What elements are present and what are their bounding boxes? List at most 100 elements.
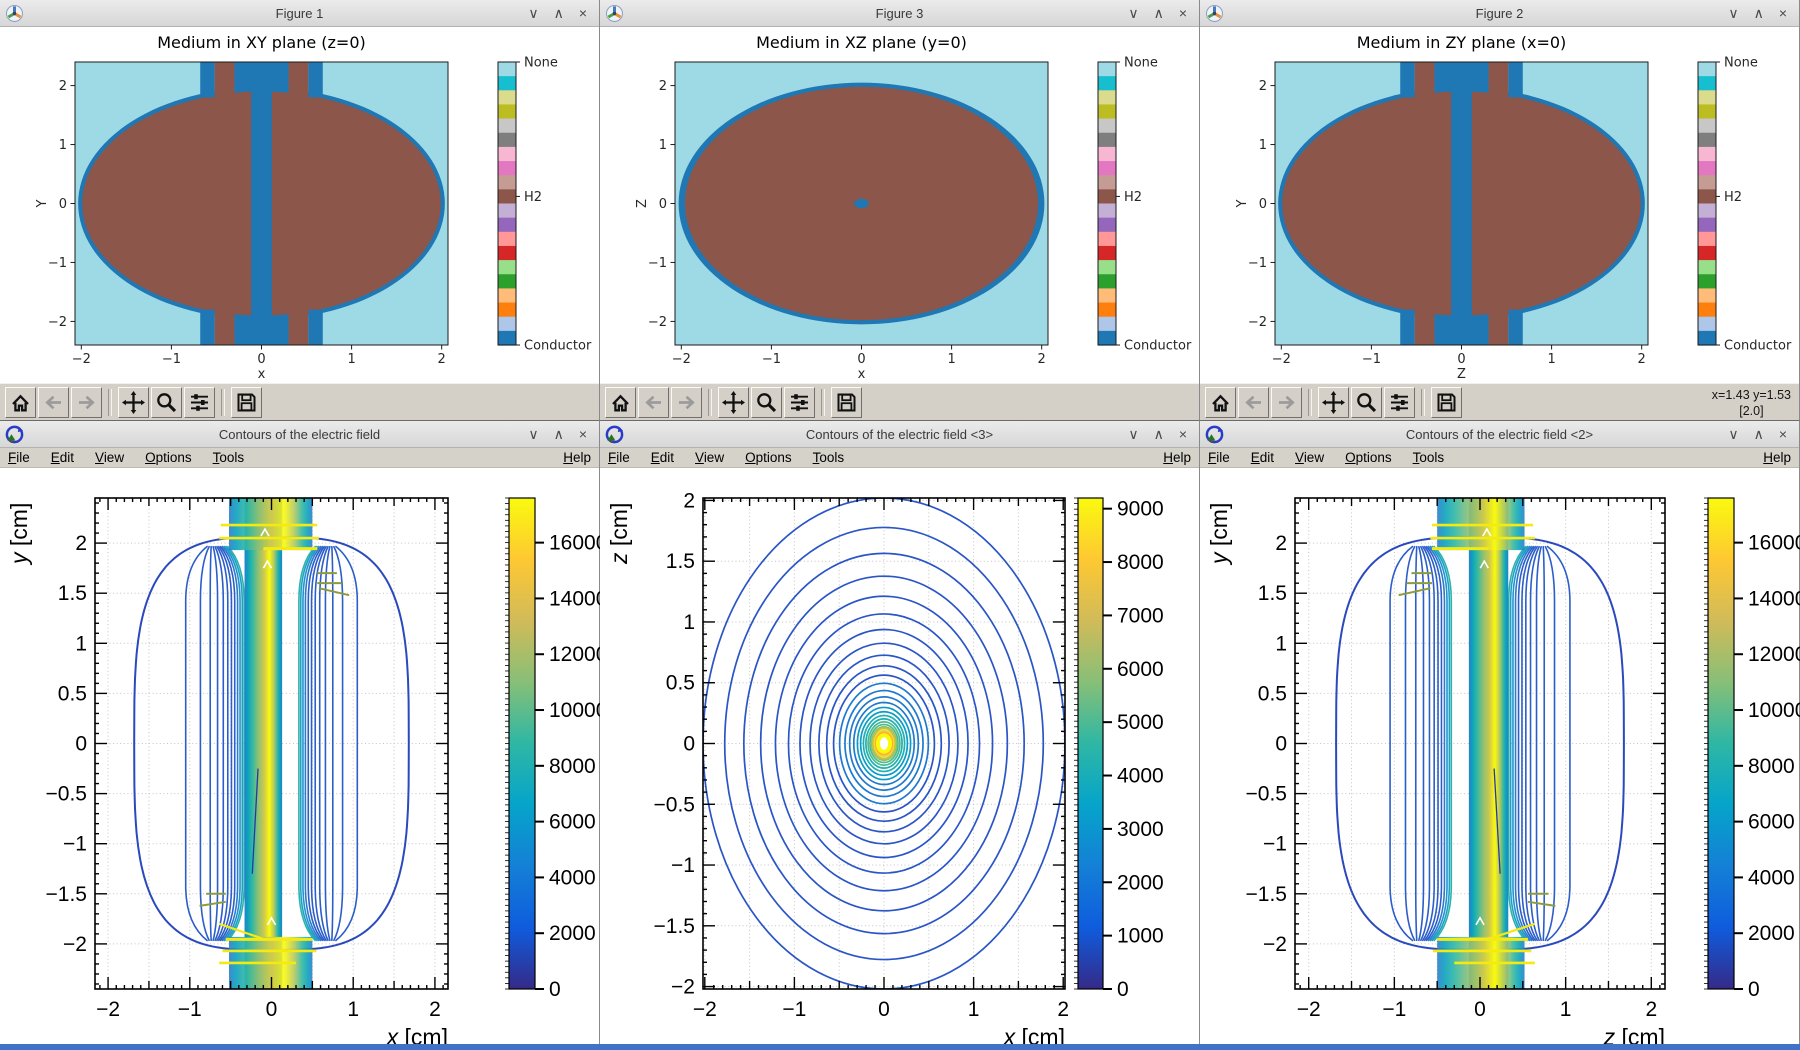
root-canvas[interactable]: −2−1012−2−1.5−1−0.500.511.52x [cm]y [cm]… xyxy=(0,468,599,1045)
close-icon[interactable]: × xyxy=(1779,0,1787,27)
configure-button[interactable] xyxy=(184,387,215,418)
toolbar-separator xyxy=(708,389,712,416)
svg-text:0: 0 xyxy=(59,197,67,212)
save-icon xyxy=(834,390,859,415)
titlebar[interactable]: Contours of the electric field <3> ∨ ∧ × xyxy=(600,421,1199,448)
toolbar-separator xyxy=(1308,389,1312,416)
pan-button[interactable] xyxy=(1318,387,1349,418)
menu-options[interactable]: Options xyxy=(745,450,792,465)
svg-text:10000: 10000 xyxy=(1748,699,1800,722)
minimize-icon[interactable]: ∨ xyxy=(1728,0,1738,27)
svg-text:6000: 6000 xyxy=(1748,811,1795,834)
window-title: Figure 1 xyxy=(0,6,599,21)
maximize-icon[interactable]: ∧ xyxy=(554,421,564,448)
home-button[interactable] xyxy=(605,387,636,418)
maximize-icon[interactable]: ∧ xyxy=(554,0,564,27)
menu-options[interactable]: Options xyxy=(145,450,192,465)
menu-view[interactable]: View xyxy=(1295,450,1324,465)
svg-text:None: None xyxy=(1124,56,1158,71)
figure-canvas[interactable]: Medium in XZ plane (y=0)−2−1012−2−1012xZ… xyxy=(600,27,1199,383)
svg-text:H2: H2 xyxy=(1724,190,1742,205)
minimize-icon[interactable]: ∨ xyxy=(1728,421,1738,448)
home-button[interactable] xyxy=(1205,387,1236,418)
menu-tools[interactable]: Tools xyxy=(813,450,845,465)
titlebar[interactable]: Contours of the electric field ∨ ∧ × xyxy=(0,421,599,448)
svg-text:−1: −1 xyxy=(1248,256,1267,271)
configure-button[interactable] xyxy=(1384,387,1415,418)
configure-button[interactable] xyxy=(784,387,815,418)
back-button[interactable] xyxy=(638,387,669,418)
zoom-button[interactable] xyxy=(151,387,182,418)
back-button[interactable] xyxy=(38,387,69,418)
zoom-button[interactable] xyxy=(751,387,782,418)
pan-button[interactable] xyxy=(718,387,749,418)
menu-tools[interactable]: Tools xyxy=(1413,450,1445,465)
minimize-icon[interactable]: ∨ xyxy=(1128,0,1138,27)
forward-button[interactable] xyxy=(1271,387,1302,418)
svg-text:1: 1 xyxy=(947,352,955,367)
menu-file[interactable]: File xyxy=(1208,450,1230,465)
svg-text:0: 0 xyxy=(1275,733,1287,756)
cursor-value: [2.0] xyxy=(1712,403,1791,419)
maximize-icon[interactable]: ∧ xyxy=(1154,0,1164,27)
back-icon xyxy=(641,390,666,415)
menu-help[interactable]: Help xyxy=(1763,450,1791,465)
figure-canvas[interactable]: Medium in XY plane (z=0)−2−1012−2−1012xY… xyxy=(0,27,599,383)
svg-text:5000: 5000 xyxy=(1117,711,1164,734)
maximize-icon[interactable]: ∧ xyxy=(1754,421,1764,448)
menu-view[interactable]: View xyxy=(695,450,724,465)
titlebar[interactable]: Figure 2 ∨ ∧ × xyxy=(1200,0,1799,27)
svg-text:−2: −2 xyxy=(671,976,695,999)
save-button[interactable] xyxy=(231,387,262,418)
back-button[interactable] xyxy=(1238,387,1269,418)
svg-text:1: 1 xyxy=(347,998,359,1021)
menu-options[interactable]: Options xyxy=(1345,450,1392,465)
svg-text:0.5: 0.5 xyxy=(666,672,695,695)
menu-file[interactable]: File xyxy=(8,450,30,465)
menu-help[interactable]: Help xyxy=(1163,450,1191,465)
root-canvas[interactable]: −2−1012−2−1.5−1−0.500.511.52z [cm]y [cm]… xyxy=(1200,468,1799,1045)
forward-button[interactable] xyxy=(71,387,102,418)
svg-text:1: 1 xyxy=(1547,352,1555,367)
menu-file[interactable]: File xyxy=(608,450,630,465)
save-button[interactable] xyxy=(1431,387,1462,418)
svg-text:x: x xyxy=(858,367,866,382)
maximize-icon[interactable]: ∧ xyxy=(1754,0,1764,27)
close-icon[interactable]: × xyxy=(579,421,587,448)
svg-text:−1: −1 xyxy=(178,998,202,1021)
titlebar[interactable]: Figure 1 ∨ ∧ × xyxy=(0,0,599,27)
titlebar[interactable]: Figure 3 ∨ ∧ × xyxy=(600,0,1199,27)
menu-tools[interactable]: Tools xyxy=(213,450,245,465)
save-button[interactable] xyxy=(831,387,862,418)
close-icon[interactable]: × xyxy=(579,0,587,27)
menu-edit[interactable]: Edit xyxy=(51,450,74,465)
minimize-icon[interactable]: ∨ xyxy=(528,0,538,27)
svg-text:16000: 16000 xyxy=(1748,532,1800,555)
maximize-icon[interactable]: ∧ xyxy=(1154,421,1164,448)
forward-icon xyxy=(1274,390,1299,415)
minimize-icon[interactable]: ∨ xyxy=(528,421,538,448)
menu-help[interactable]: Help xyxy=(563,450,591,465)
home-button[interactable] xyxy=(5,387,36,418)
menu-view[interactable]: View xyxy=(95,450,124,465)
forward-button[interactable] xyxy=(671,387,702,418)
root-icon xyxy=(5,425,24,444)
close-icon[interactable]: × xyxy=(1179,421,1187,448)
svg-text:12000: 12000 xyxy=(549,643,600,666)
zoom-button[interactable] xyxy=(1351,387,1382,418)
figure-canvas[interactable]: Medium in ZY plane (x=0)−2−1012−2−1012ZY… xyxy=(1200,27,1799,383)
window-contours-3: Contours of the electric field <3> ∨ ∧ ×… xyxy=(600,420,1200,1044)
svg-text:z [cm]: z [cm] xyxy=(1603,1024,1665,1045)
titlebar[interactable]: Contours of the electric field <2> ∨ ∧ × xyxy=(1200,421,1799,448)
menu-edit[interactable]: Edit xyxy=(651,450,674,465)
zoom-icon xyxy=(1354,390,1379,415)
svg-text:−1.5: −1.5 xyxy=(46,883,87,906)
close-icon[interactable]: × xyxy=(1179,0,1187,27)
pan-button[interactable] xyxy=(118,387,149,418)
minimize-icon[interactable]: ∨ xyxy=(1128,421,1138,448)
svg-text:2: 2 xyxy=(429,998,441,1021)
root-canvas[interactable]: −2−1012−2−1.5−1−0.500.511.52x [cm]z [cm]… xyxy=(600,468,1199,1045)
menu-edit[interactable]: Edit xyxy=(1251,450,1274,465)
close-icon[interactable]: × xyxy=(1779,421,1787,448)
svg-text:2: 2 xyxy=(659,79,667,94)
